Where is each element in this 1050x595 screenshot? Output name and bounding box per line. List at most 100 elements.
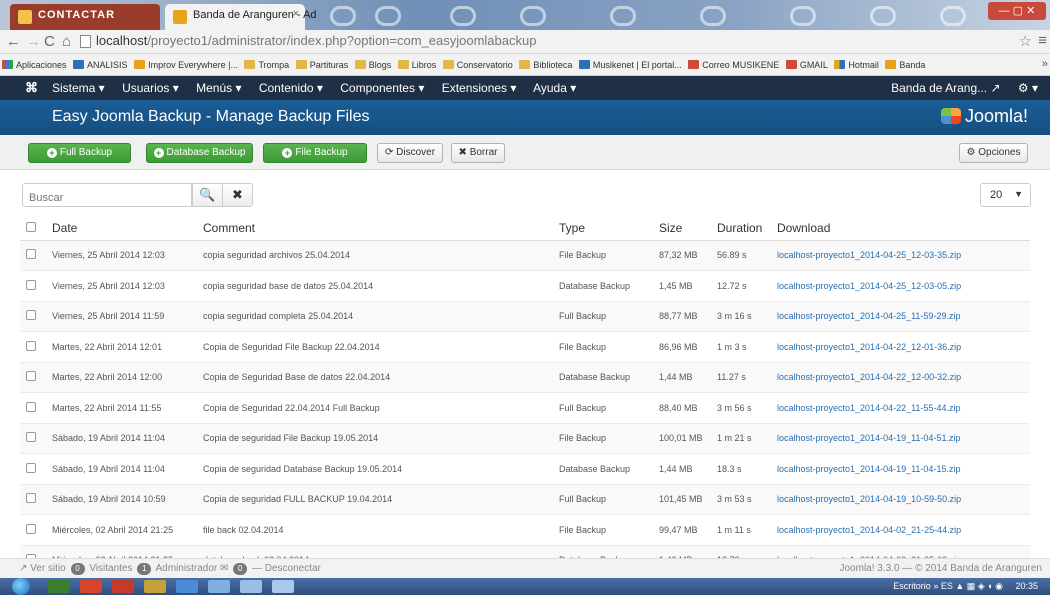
- bookmark-musikenet[interactable]: Musikenet | El portal...: [577, 54, 684, 70]
- view-site-link[interactable]: Ver sitio: [30, 563, 66, 574]
- table-row[interactable]: Miércoles, 02 Abril 2014 21:25 file back …: [20, 514, 1030, 546]
- clock[interactable]: 20:35: [1015, 581, 1038, 591]
- row-checkbox[interactable]: [26, 523, 36, 534]
- file-backup-button[interactable]: + File Backup: [263, 143, 367, 163]
- row-checkbox[interactable]: [26, 401, 36, 412]
- delete-button[interactable]: ✖ Borrar: [451, 143, 505, 163]
- column-header-type[interactable]: Type: [559, 216, 659, 241]
- menu-componentes[interactable]: Componentes ▾: [340, 81, 424, 95]
- menu-ayuda[interactable]: Ayuda ▾: [533, 81, 576, 95]
- back-icon[interactable]: ←: [6, 33, 21, 51]
- download-link[interactable]: localhost-proyecto1_2014-04-02_21-25-44.…: [777, 514, 1030, 546]
- taskbar-app-icon[interactable]: [144, 580, 166, 593]
- bookmark-blogs[interactable]: Blogs: [353, 54, 394, 70]
- column-header-date[interactable]: Date: [52, 216, 203, 241]
- menu-contenido[interactable]: Contenido ▾: [259, 81, 323, 95]
- download-link[interactable]: localhost-proyecto1_2014-04-19_11-04-15.…: [777, 453, 1030, 485]
- taskbar-app-icon[interactable]: [112, 580, 134, 593]
- column-header-duration[interactable]: Duration: [717, 216, 777, 241]
- folder-icon[interactable]: [208, 580, 230, 593]
- column-header-size[interactable]: Size: [659, 216, 717, 241]
- bookmark-analisis[interactable]: ANALISIS: [71, 54, 130, 70]
- bookmark-banda[interactable]: Banda: [883, 54, 927, 70]
- browser-tab-contactar[interactable]: CONTACTAR: [10, 4, 160, 30]
- browser-tab-active[interactable]: Banda de Aranguren - Ad ×: [165, 4, 317, 30]
- row-checkbox[interactable]: [26, 279, 36, 290]
- table-row[interactable]: Viernes, 25 Abril 2014 12:03 copia seguri…: [20, 240, 1030, 271]
- table-row[interactable]: Sábado, 19 Abril 2014 10:59 Copia de segu…: [20, 484, 1030, 515]
- search-input[interactable]: [22, 183, 192, 207]
- taskbar-app-icon[interactable]: [176, 580, 198, 593]
- table-row[interactable]: Martes, 22 Abril 2014 12:00 Copia de Segu…: [20, 362, 1030, 393]
- settings-gear-icon[interactable]: ⚙ ▾: [1018, 81, 1038, 95]
- column-header-comment[interactable]: Comment: [203, 216, 559, 241]
- download-link[interactable]: localhost-proyecto1_2014-04-25_12-03-05.…: [777, 270, 1030, 302]
- home-icon[interactable]: ⌂: [62, 33, 71, 51]
- start-button[interactable]: [12, 578, 30, 595]
- bookmark-libros[interactable]: Libros: [396, 54, 439, 70]
- row-checkbox[interactable]: [26, 310, 36, 321]
- admin-nav-right: Banda de Arang... ↗ ⚙ ▾: [891, 81, 1038, 95]
- table-row[interactable]: Martes, 22 Abril 2014 11:55 Copia de Segu…: [20, 392, 1030, 424]
- list-limit-select[interactable]: 20 ▼: [980, 183, 1031, 207]
- row-checkbox[interactable]: [26, 340, 36, 351]
- menu-extensiones[interactable]: Extensiones ▾: [442, 81, 517, 95]
- bookmark-hotmail[interactable]: Hotmail: [832, 54, 881, 70]
- download-link[interactable]: localhost-proyecto1_2014-04-22_12-00-32.…: [777, 362, 1030, 393]
- download-link[interactable]: localhost-proyecto1_2014-04-19_10-59-50.…: [777, 484, 1030, 515]
- decoration: [790, 6, 816, 26]
- table-row[interactable]: Viernes, 25 Abril 2014 11:59 copia seguri…: [20, 301, 1030, 332]
- logout-link[interactable]: Desconectar: [265, 563, 321, 574]
- bookmark-trompa[interactable]: Trompa: [242, 54, 291, 70]
- bookmark-gmail[interactable]: GMAIL: [784, 54, 830, 70]
- joomla-logo-icon[interactable]: ⌘: [25, 80, 38, 96]
- row-checkbox[interactable]: [26, 432, 36, 443]
- chrome-icon[interactable]: [80, 580, 102, 593]
- download-link[interactable]: localhost-proyecto1_2014-04-22_12-01-36.…: [777, 331, 1030, 363]
- bookmark-star-icon[interactable]: ☆: [1019, 32, 1032, 50]
- window-controls[interactable]: — ▢ ✕: [988, 2, 1046, 20]
- table-row[interactable]: Martes, 22 Abril 2014 12:01 Copia de Segu…: [20, 331, 1030, 363]
- search-button[interactable]: 🔍: [192, 183, 223, 207]
- more-bookmarks-icon[interactable]: »: [1042, 58, 1048, 70]
- reload-icon[interactable]: C: [44, 33, 55, 51]
- table-row[interactable]: Sábado, 19 Abril 2014 11:04 Copia de segu…: [20, 453, 1030, 485]
- close-tab-icon[interactable]: ×: [293, 8, 299, 20]
- desktop-label[interactable]: Escritorio: [893, 581, 931, 591]
- discover-button[interactable]: ⟳ Discover: [377, 143, 443, 163]
- menu-menus[interactable]: Menús ▾: [196, 81, 241, 95]
- row-checkbox[interactable]: [26, 462, 36, 473]
- select-all-checkbox[interactable]: [26, 221, 36, 232]
- download-link[interactable]: localhost-proyecto1_2014-04-19_11-04-51.…: [777, 423, 1030, 454]
- full-backup-button[interactable]: + Full Backup: [28, 143, 131, 163]
- browser-menu-icon[interactable]: ≡: [1038, 32, 1047, 49]
- table-row[interactable]: Sábado, 19 Abril 2014 11:04 Copia de segu…: [20, 423, 1030, 454]
- menu-usuarios[interactable]: Usuarios ▾: [122, 81, 179, 95]
- download-link[interactable]: localhost-proyecto1_2014-04-22_11-55-44.…: [777, 392, 1030, 424]
- bookmark-biblioteca[interactable]: Biblioteca: [517, 54, 574, 70]
- taskbar-app-icon[interactable]: [48, 580, 70, 593]
- bookmark-improv[interactable]: Improv Everywhere |...: [132, 54, 240, 70]
- column-header-download[interactable]: Download: [777, 216, 1030, 241]
- bookmark-aplicaciones[interactable]: Aplicaciones: [0, 54, 69, 70]
- options-button[interactable]: ⚙ Opciones: [959, 143, 1028, 163]
- taskbar-app-icon[interactable]: [272, 580, 294, 593]
- bookmark-partituras[interactable]: Partituras: [294, 54, 351, 70]
- download-link[interactable]: localhost-proyecto1_2014-04-25_12-03-35.…: [777, 240, 1030, 271]
- clear-search-button[interactable]: ✖: [222, 183, 253, 207]
- row-checkbox[interactable]: [26, 371, 36, 382]
- row-checkbox[interactable]: [26, 249, 36, 260]
- row-checkbox[interactable]: [26, 493, 36, 504]
- taskbar-app-icon[interactable]: [240, 580, 262, 593]
- forward-icon[interactable]: →: [26, 33, 41, 51]
- table-row[interactable]: Viernes, 25 Abril 2014 12:03 copia seguri…: [20, 270, 1030, 302]
- site-link[interactable]: Banda de Arang... ↗: [891, 81, 1000, 95]
- download-link[interactable]: localhost-proyecto1_2014-04-25_11-59-29.…: [777, 301, 1030, 332]
- menu-sistema[interactable]: Sistema ▾: [52, 81, 105, 95]
- language-indicator[interactable]: ES: [941, 581, 953, 591]
- bookmark-correo-musikene[interactable]: Correo MUSIKENE: [686, 54, 781, 70]
- url-field[interactable]: localhost/proyecto1/administrator/index.…: [96, 33, 536, 48]
- cell-size: 99,47 MB: [659, 514, 717, 546]
- database-backup-button[interactable]: + Database Backup: [146, 143, 253, 163]
- bookmark-conservatorio[interactable]: Conservatorio: [441, 54, 515, 70]
